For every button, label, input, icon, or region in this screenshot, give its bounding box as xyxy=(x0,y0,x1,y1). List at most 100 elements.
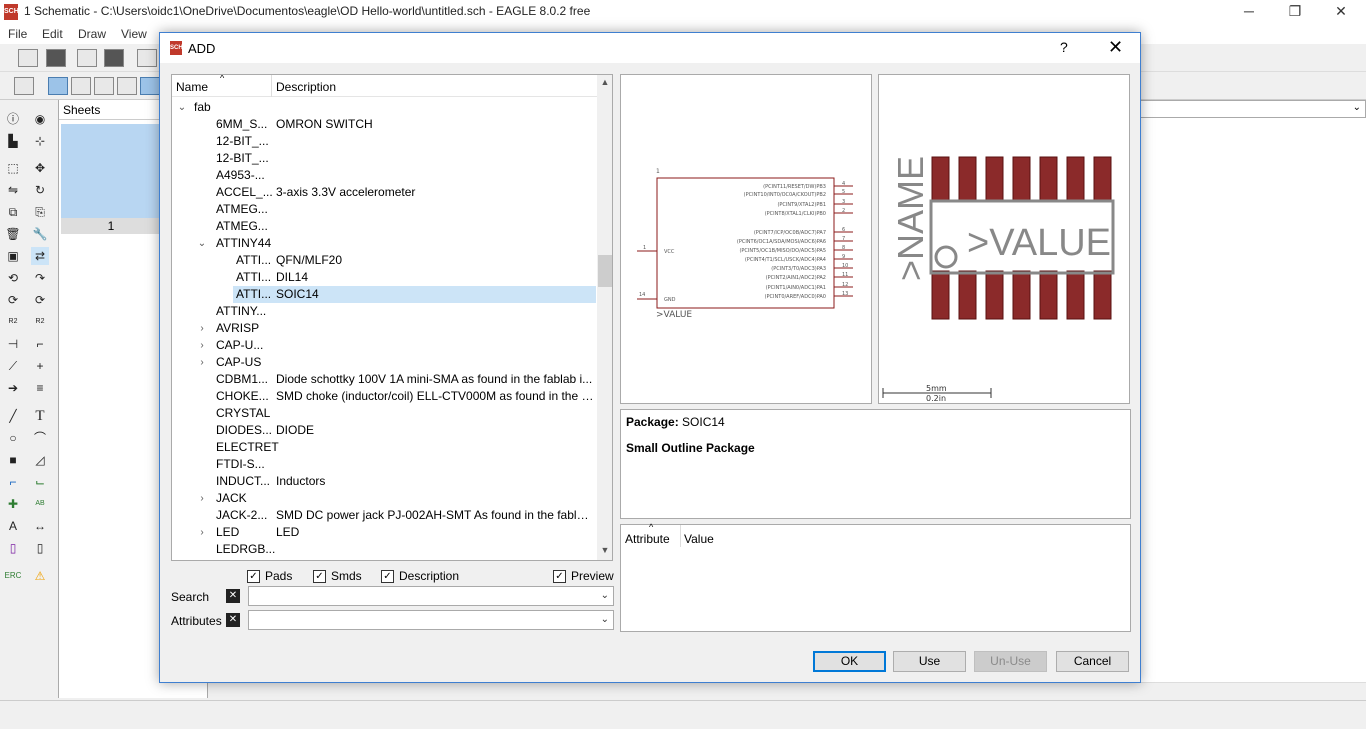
name-icon[interactable]: R2 xyxy=(31,313,49,331)
save-icon[interactable] xyxy=(46,49,66,67)
paste-icon[interactable]: ⎘ xyxy=(31,203,49,221)
tree-row[interactable]: CRYSTAL xyxy=(172,405,597,422)
slice-icon[interactable]: ➔ xyxy=(4,379,22,397)
menu-file[interactable]: File xyxy=(8,27,27,41)
clear-search-icon[interactable]: ✕ xyxy=(226,589,240,603)
replace-icon[interactable]: ⇄ xyxy=(31,247,49,265)
circle-icon[interactable]: ○ xyxy=(4,429,22,447)
warning-icon[interactable]: ⚠ xyxy=(31,567,49,585)
collapse-chevron-icon[interactable]: ⌄ xyxy=(197,235,207,252)
drawing-canvas[interactable]: ⌄ xyxy=(1140,100,1366,698)
tree-row[interactable]: ATTINY... xyxy=(172,303,597,320)
column-name[interactable]: Name xyxy=(176,80,208,94)
layout-1-icon[interactable] xyxy=(48,77,68,95)
restore-icon[interactable]: ❐ xyxy=(1272,0,1318,24)
collapse-chevron-icon[interactable]: ⌄ xyxy=(177,99,187,116)
delete-icon[interactable]: 🗑 xyxy=(4,225,22,243)
add-part-icon[interactable]: ▣ xyxy=(4,247,22,265)
tree-row[interactable]: 12-BIT_... xyxy=(172,133,597,150)
tree-row[interactable]: › LED LED xyxy=(172,524,597,541)
label-icon[interactable]: AB xyxy=(31,495,49,513)
dimension-icon[interactable]: ↔ xyxy=(31,517,49,535)
tree-row[interactable]: ACCEL_... 3-axis 3.3V accelerometer xyxy=(172,184,597,201)
close-window-icon[interactable]: ✕ xyxy=(1318,0,1364,24)
gateswap-icon[interactable]: ⟳ xyxy=(31,291,49,309)
erc-icon[interactable]: ERC xyxy=(4,567,22,585)
library-tree[interactable]: Name ^ Description ⌄ fab 6MM_S... OMRON SWI… xyxy=(171,74,613,561)
tree-row[interactable]: › JACK xyxy=(172,490,597,507)
module-icon[interactable]: ▯ xyxy=(31,539,49,557)
expand-chevron-icon[interactable]: › xyxy=(197,320,207,337)
attributes-input[interactable]: ⌄ xyxy=(248,610,614,630)
menu-edit[interactable]: Edit xyxy=(42,27,63,41)
show-icon[interactable]: ◉ xyxy=(31,110,49,128)
layout-5-icon[interactable] xyxy=(140,77,160,95)
cam-icon[interactable] xyxy=(104,49,124,67)
attributes-table[interactable]: Attribute ^ Value xyxy=(620,522,1131,632)
bus-icon[interactable]: ⌙ xyxy=(31,473,49,491)
split-icon[interactable]: ⊣ xyxy=(4,335,22,353)
tree-row[interactable]: 12-BIT_... xyxy=(172,150,597,167)
text-icon[interactable]: T xyxy=(31,407,49,425)
tree-row[interactable]: LEDRGB... xyxy=(172,541,597,558)
attribute-icon[interactable]: A xyxy=(4,517,22,535)
rectangle-icon[interactable]: ■ xyxy=(4,451,22,469)
mirror-icon[interactable]: ⇋ xyxy=(4,181,22,199)
grid-icon[interactable] xyxy=(14,77,34,95)
dialog-close-button[interactable]: ✕ xyxy=(1108,37,1123,58)
tree-row[interactable]: A4953-... xyxy=(172,167,597,184)
cancel-button[interactable]: Cancel xyxy=(1056,651,1129,672)
sch-brd-switch-icon[interactable] xyxy=(137,49,157,67)
ok-button[interactable]: OK xyxy=(813,651,886,672)
copy-icon[interactable]: ⧉ xyxy=(4,203,22,221)
unuse-button[interactable]: Un-Use xyxy=(974,651,1047,672)
expand-chevron-icon[interactable]: › xyxy=(197,354,207,371)
preview-checkbox[interactable]: ✓ Preview xyxy=(553,569,614,585)
tree-row[interactable]: CHOKE... SMD choke (inductor/coil) ELL-CT… xyxy=(172,388,597,405)
scroll-up-icon[interactable]: ▲ xyxy=(597,77,612,87)
tree-row[interactable]: ELECTRET xyxy=(172,439,597,456)
menu-view[interactable]: View xyxy=(121,27,147,41)
column-attribute[interactable]: Attribute xyxy=(625,532,670,546)
pinswap-icon[interactable]: ⟳ xyxy=(4,291,22,309)
info-icon[interactable]: ⓘ xyxy=(4,110,22,128)
use-button[interactable]: Use xyxy=(893,651,966,672)
menu-draw[interactable]: Draw xyxy=(78,27,106,41)
print-icon[interactable] xyxy=(77,49,97,67)
canvas-combo[interactable]: ⌄ xyxy=(1140,100,1366,118)
layer-icon[interactable]: ▙ xyxy=(4,132,22,150)
tree-row[interactable]: JACK-2... SMD DC power jack PJ-002AH-SMT … xyxy=(172,507,597,524)
minimize-icon[interactable]: ─ xyxy=(1226,0,1272,24)
tree-row[interactable]: 6MM_S... OMRON SWITCH xyxy=(172,116,597,133)
scroll-thumb[interactable] xyxy=(598,255,612,287)
pads-checkbox[interactable]: ✓ Pads xyxy=(247,569,292,585)
search-input[interactable]: ⌄ xyxy=(248,586,614,606)
swap-icon[interactable]: ⟲ xyxy=(4,269,22,287)
tree-scrollbar[interactable]: ▲ ▼ xyxy=(597,75,612,560)
align-icon[interactable]: ≡ xyxy=(31,379,49,397)
scroll-down-icon[interactable]: ▼ xyxy=(597,545,612,555)
sheet-thumbnail[interactable] xyxy=(61,124,161,218)
tree-row[interactable]: ATTI... SOIC14 xyxy=(172,286,597,303)
tree-row[interactable]: CDBM1... Diode schottky 100V 1A mini-SMA … xyxy=(172,371,597,388)
miter-icon[interactable]: ⌐ xyxy=(31,335,49,353)
layout-3-icon[interactable] xyxy=(94,77,114,95)
polygon-icon[interactable]: ◿ xyxy=(31,451,49,469)
tree-row[interactable]: ATMEG... xyxy=(172,218,597,235)
layout-2-icon[interactable] xyxy=(71,77,91,95)
tree-row[interactable]: › CAP-U... xyxy=(172,337,597,354)
horizontal-scrollbar[interactable] xyxy=(208,682,1366,698)
tree-row[interactable]: ⌄ fab xyxy=(172,99,597,116)
smash-icon[interactable]: + xyxy=(31,357,49,375)
tree-row[interactable]: DIODES... DIODE xyxy=(172,422,597,439)
expand-chevron-icon[interactable]: › xyxy=(197,337,207,354)
tree-row[interactable]: ATTI... QFN/MLF20 xyxy=(172,252,597,269)
open-icon[interactable] xyxy=(18,49,38,67)
chevron-down-icon[interactable]: ⌄ xyxy=(601,614,609,625)
chevron-down-icon[interactable]: ⌄ xyxy=(601,590,609,601)
frame-icon[interactable]: ▯ xyxy=(4,539,22,557)
rotate-icon[interactable]: ↻ xyxy=(31,181,49,199)
tree-row[interactable]: ATTI... DIL14 xyxy=(172,269,597,286)
select-icon[interactable]: ⬚ xyxy=(4,159,22,177)
tree-row[interactable]: INDUCT... Inductors xyxy=(172,473,597,490)
